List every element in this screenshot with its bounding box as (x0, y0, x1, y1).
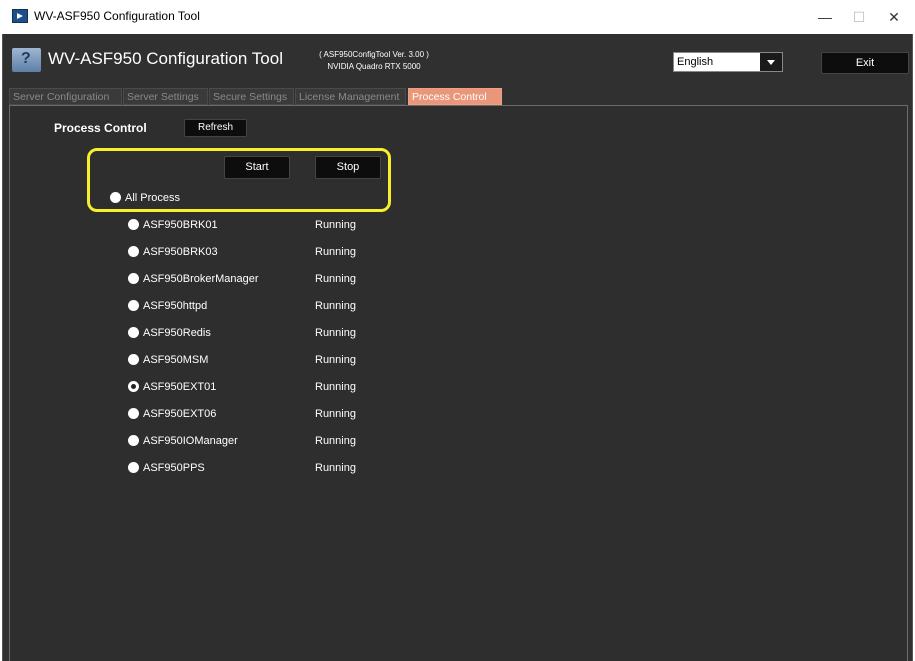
process-status: Running (315, 408, 356, 420)
app-icon (12, 9, 28, 23)
refresh-button[interactable]: Refresh (184, 119, 247, 137)
process-name: ASF950IOManager (143, 435, 238, 447)
process-status: Running (315, 273, 356, 285)
process-radio[interactable] (128, 273, 139, 284)
process-status: Running (315, 327, 356, 339)
process-radio[interactable] (128, 354, 139, 365)
process-name: ASF950httpd (143, 300, 208, 312)
language-select[interactable]: English (673, 52, 783, 72)
process-radio-selected[interactable] (128, 381, 139, 392)
process-radio[interactable] (128, 408, 139, 419)
chevron-down-icon[interactable] (760, 53, 782, 71)
stop-button[interactable]: Stop (315, 156, 381, 179)
start-button[interactable]: Start (224, 156, 290, 179)
maximize-button[interactable]: ☐ (846, 4, 872, 30)
process-status: Running (315, 354, 356, 366)
process-name: ASF950BRK03 (143, 246, 218, 258)
process-name: ASF950BRK01 (143, 219, 218, 231)
tab-server-configuration[interactable]: Server Configuration (9, 88, 122, 105)
process-name: ASF950PPS (143, 462, 205, 474)
process-name: ASF950Redis (143, 327, 211, 339)
logo-glyph: ? (21, 50, 31, 67)
tab-process-control[interactable]: Process Control (408, 88, 502, 105)
version-label: ( ASF950ConfigTool Ver. 3.00 ) (319, 50, 429, 59)
minimize-button[interactable]: — (812, 4, 838, 30)
process-name: ASF950MSM (143, 354, 209, 366)
section-title: Process Control (54, 121, 147, 135)
process-status: Running (315, 246, 356, 258)
process-radio[interactable] (128, 219, 139, 230)
all-process-radio[interactable] (110, 192, 121, 203)
process-radio[interactable] (128, 462, 139, 473)
process-radio[interactable] (128, 435, 139, 446)
tab-server-settings[interactable]: Server Settings (123, 88, 208, 105)
close-button[interactable]: ✕ (881, 4, 907, 30)
process-radio[interactable] (128, 246, 139, 257)
window-title: WV-ASF950 Configuration Tool (34, 9, 200, 23)
process-status: Running (315, 219, 356, 231)
exit-button[interactable]: Exit (821, 52, 909, 74)
gpu-label: NVIDIA Quadro RTX 5000 (327, 62, 421, 71)
app-logo-icon: ? (12, 48, 41, 72)
process-status: Running (315, 381, 356, 393)
process-status: Running (315, 435, 356, 447)
process-name: ASF950EXT06 (143, 408, 217, 420)
process-radio[interactable] (128, 327, 139, 338)
language-value: English (677, 56, 714, 68)
app-title: WV-ASF950 Configuration Tool (48, 49, 283, 68)
tab-secure-settings[interactable]: Secure Settings (209, 88, 294, 105)
process-name: ASF950EXT01 (143, 381, 217, 393)
process-status: Running (315, 300, 356, 312)
version-info: ( ASF950ConfigTool Ver. 3.00 ) NVIDIA Qu… (299, 49, 449, 73)
process-name: ASF950BrokerManager (143, 273, 259, 285)
process-radio[interactable] (128, 300, 139, 311)
tab-license-management[interactable]: License Management (295, 88, 406, 105)
process-status: Running (315, 462, 356, 474)
window-titlebar: WV-ASF950 Configuration Tool — ☐ ✕ (0, 0, 915, 34)
all-process-label: All Process (125, 192, 181, 204)
